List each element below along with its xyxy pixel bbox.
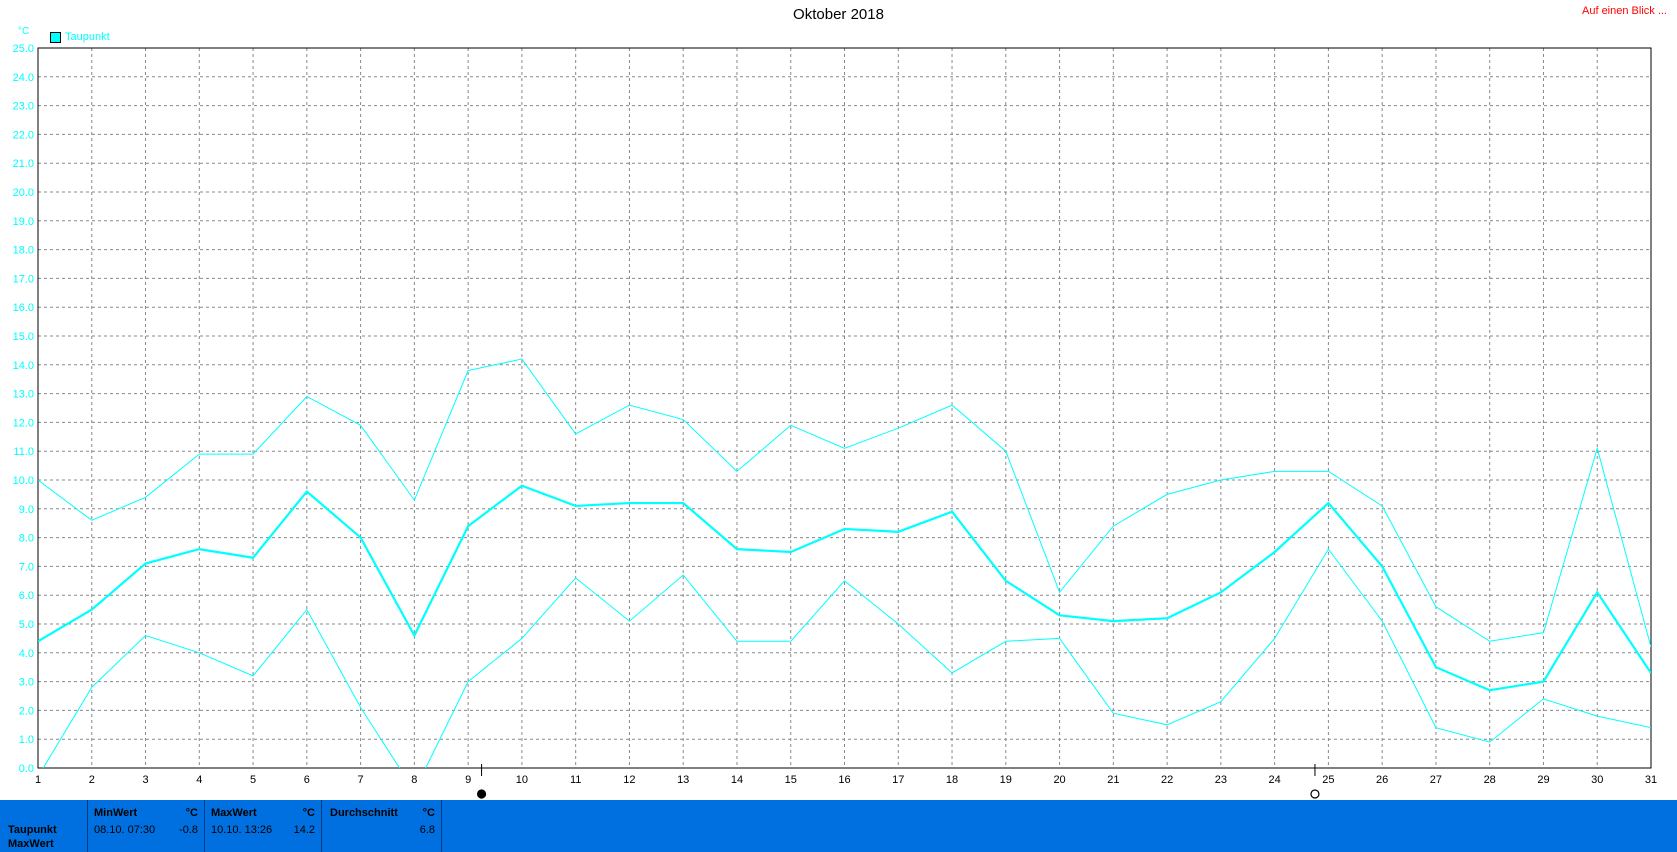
x-tick-label: 16 (838, 774, 850, 786)
x-tick-label: 12 (623, 774, 635, 786)
new-moon-icon (476, 789, 487, 799)
y-tick-label: 17.0 (13, 273, 34, 285)
x-tick-label: 14 (731, 774, 743, 786)
x-tick-label: 19 (1000, 774, 1012, 786)
full-moon-icon (1310, 789, 1320, 799)
y-tick-label: 23.0 (13, 101, 34, 113)
x-tick-label: 26 (1376, 774, 1388, 786)
max-panel: MaxWert °C 10.10. 13:26 14.2 (205, 800, 322, 852)
avg-value: 6.8 (419, 824, 435, 836)
y-tick-label: 25.0 (13, 43, 34, 55)
y-tick-label: 12.0 (13, 417, 34, 429)
x-tick-label: 10 (516, 774, 528, 786)
y-tick-label: 21.0 (13, 158, 34, 170)
y-tick-label: 5.0 (19, 619, 34, 631)
x-tick-label: 20 (1053, 774, 1065, 786)
x-tick-label: 3 (142, 774, 148, 786)
min-unit: °C (185, 807, 198, 819)
y-tick-label: 2.0 (19, 705, 34, 717)
y-tick-label: 20.0 (13, 187, 34, 199)
y-tick-label: 6.0 (19, 590, 34, 602)
y-tick-label: 19.0 (13, 216, 34, 228)
y-tick-label: 7.0 (19, 561, 34, 573)
avg-unit: °C (422, 807, 435, 819)
y-tick-label: 3.0 (19, 677, 34, 689)
x-tick-label: 27 (1430, 774, 1442, 786)
x-tick-label: 6 (304, 774, 310, 786)
y-tick-label: 15.0 (13, 331, 34, 343)
min-time: 08.10. 07:30 (94, 824, 156, 836)
y-tick-label: 9.0 (19, 504, 34, 516)
x-tick-label: 8 (411, 774, 417, 786)
x-tick-label: 17 (892, 774, 904, 786)
x-tick-label: 15 (785, 774, 797, 786)
x-tick-label: 24 (1269, 774, 1281, 786)
x-tick-label: 7 (358, 774, 364, 786)
y-tick-label: 13.0 (13, 389, 34, 401)
min-value: -0.8 (179, 824, 198, 836)
x-tick-label: 18 (946, 774, 958, 786)
y-tick-label: 16.0 (13, 302, 34, 314)
y-tick-label: 1.0 (19, 734, 34, 746)
x-tick-label: 29 (1537, 774, 1549, 786)
max-unit: °C (302, 807, 315, 819)
x-tick-label: 11 (570, 774, 581, 786)
x-tick-label: 21 (1107, 774, 1119, 786)
x-tick-label: 23 (1215, 774, 1227, 786)
min-panel: MinWert °C 08.10. 07:30 -0.8 (88, 800, 205, 852)
min-header: MinWert (94, 807, 138, 819)
dewpoint-chart: 0.01.02.03.04.05.06.07.08.09.010.011.012… (13, 43, 1657, 799)
avg-header: Durchschnitt (330, 807, 398, 819)
y-tick-label: 14.0 (13, 360, 34, 372)
max-header: MaxWert (211, 807, 257, 819)
y-tick-label: 18.0 (13, 245, 34, 257)
row-label-panel (0, 800, 88, 852)
x-tick-label: 9 (465, 774, 471, 786)
x-tick-label: 13 (677, 774, 689, 786)
x-tick-label: 31 (1645, 774, 1657, 786)
x-tick-label: 5 (250, 774, 256, 786)
max-time: 10.10. 13:26 (211, 824, 273, 836)
max-value: 14.2 (293, 824, 315, 836)
y-tick-label: 11.0 (13, 446, 34, 458)
y-tick-label: 0.0 (19, 763, 34, 775)
x-tick-label: 1 (35, 774, 41, 786)
x-tick-label: 25 (1322, 774, 1334, 786)
x-tick-label: 22 (1161, 774, 1173, 786)
avg-panel: Durchschnitt °C 6.8 (322, 800, 442, 852)
y-tick-label: 10.0 (13, 475, 34, 487)
x-tick-label: 2 (89, 774, 95, 786)
x-tick-label: 4 (196, 774, 202, 786)
y-tick-label: 4.0 (19, 648, 34, 660)
stats-bar: Taupunkt MaxWert MinWert °C 08.10. 07:30… (0, 800, 1677, 852)
y-tick-label: 24.0 (13, 72, 34, 84)
y-tick-label: 8.0 (19, 533, 34, 545)
y-tick-label: 22.0 (13, 129, 34, 141)
x-tick-label: 30 (1591, 774, 1603, 786)
x-tick-label: 28 (1484, 774, 1496, 786)
